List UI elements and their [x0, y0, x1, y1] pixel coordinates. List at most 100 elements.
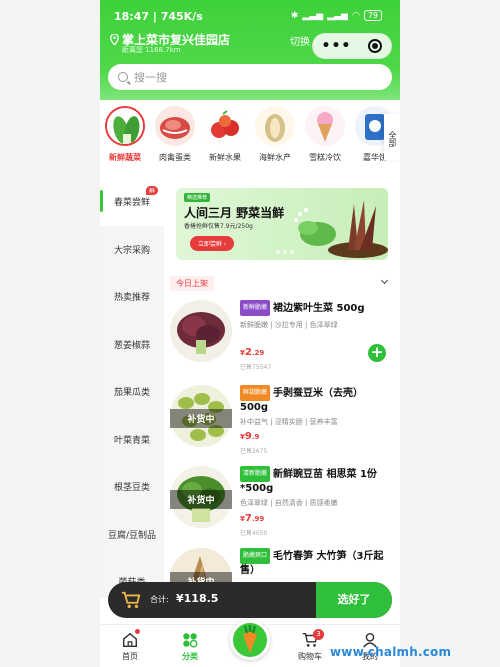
product-badge: 新鲜脆嫩	[240, 300, 271, 316]
cart-bar: 合计: ¥118.5 选好了	[108, 582, 392, 618]
product-sold: 已售4050	[240, 530, 268, 537]
checkout-button[interactable]: 选好了	[316, 582, 392, 618]
sidebar-item-label: 茄果瓜类	[113, 388, 150, 399]
product-sold: 已售75547	[240, 364, 272, 371]
header: 18:47 | 745K/s ✱ ▂▃▅ ▂▃▅ ◠ 79 掌上菜市复兴佳园店 …	[100, 0, 400, 100]
icecream-photo	[305, 106, 345, 146]
product-title: 裙边紫叶生菜 500g	[273, 303, 365, 314]
sidebar-item-label: 热卖推荐	[113, 293, 150, 304]
product-badge: 鲜甜脆嫩	[240, 385, 271, 401]
cart-icon[interactable]	[120, 590, 142, 610]
sidebar-item-hot[interactable]: 热卖推荐	[100, 273, 164, 321]
product-badge: 清新脆嫩	[240, 466, 271, 482]
sidebar-item-label: 大宗采购	[113, 245, 150, 256]
price-dec: .9	[251, 433, 260, 441]
list-item[interactable]: 补货中 鲜甜脆嫩 手剥蚕豆米（去壳）500g 补中益气 | 涩精实肠 | 营养丰富…	[170, 385, 390, 465]
wifi-icon: ◠	[351, 10, 360, 21]
tab-home[interactable]: 首页	[100, 625, 160, 667]
category-meat-eggs[interactable]: 肉禽蛋类	[154, 100, 196, 170]
product-price: ¥9.9	[240, 431, 260, 442]
category-label: 新鲜水果	[209, 153, 241, 162]
section-today-label: 今日上架	[170, 276, 214, 291]
category-fruit[interactable]: 新鲜水果	[204, 100, 246, 170]
carrot-icon	[243, 625, 257, 653]
category-label: 雪糕冷饮	[309, 153, 341, 162]
chevron-down-icon[interactable]	[380, 276, 389, 285]
battery-icon: 79	[363, 10, 382, 21]
category-grid-icon	[183, 633, 198, 648]
sidebar-item-spring-veg[interactable]: 春菜尝鲜 鲜	[100, 178, 164, 226]
product-desc: 新鲜脆嫩 | 沙拉专用 | 色泽翠绿	[240, 321, 338, 329]
product-sold: 已售2675	[240, 448, 268, 455]
total-label: 合计:	[150, 595, 169, 604]
list-item[interactable]: 新鲜脆嫩 裙边紫叶生菜 500g 新鲜脆嫩 | 沙拉专用 | 色泽翠绿 ¥2.29…	[170, 300, 390, 380]
all-categories-button[interactable]: 全部	[384, 114, 400, 160]
sidebar-item-bulk[interactable]: 大宗采购	[100, 226, 164, 274]
sidebar-item-roots[interactable]: 根茎豆类	[100, 463, 164, 511]
sidebar-item-label: 葱姜椒蒜	[113, 340, 150, 351]
bluetooth-icon: ✱	[290, 10, 299, 21]
location-pin-icon	[110, 34, 119, 45]
sidebar-item-label: 叶菜青菜	[113, 435, 150, 446]
banner-title: 人间三月 野菜当鲜	[184, 206, 285, 220]
price-dec: .99	[251, 515, 265, 523]
banner-pager	[276, 250, 294, 254]
signal-icon: ▂▃▅	[302, 10, 324, 21]
price-dec: .29	[251, 349, 265, 357]
tab-label: 购物车	[298, 652, 322, 661]
banner-tag: 精选推荐	[184, 193, 211, 202]
product-image	[170, 300, 232, 362]
restocking-overlay: 补货中	[170, 409, 232, 428]
product-badge: 脆嫩爽口	[240, 548, 271, 564]
notification-dot	[135, 629, 140, 634]
sidebar-item-tofu[interactable]: 豆腐/豆制品	[100, 511, 164, 559]
close-target-icon[interactable]	[368, 39, 383, 53]
more-icon[interactable]: •••	[322, 38, 352, 54]
watermark-text: www.chalmh.com	[330, 645, 452, 659]
category-icecream[interactable]: 雪糕冷饮	[304, 100, 346, 170]
search-icon	[118, 72, 128, 82]
product-name: 清新脆嫩 新鲜豌豆苗 相思菜 1份*500g	[240, 466, 388, 496]
vegetables-photo	[105, 106, 145, 146]
promo-banner[interactable]: 精选推荐 人间三月 野菜当鲜 香椿抢鲜仅售7.9元/250g 立即尝鲜 ›	[176, 188, 388, 260]
product-name: 鲜甜脆嫩 手剥蚕豆米（去壳）500g	[240, 385, 388, 415]
price-int: 7	[244, 513, 252, 524]
category-vegetables[interactable]: 新鲜蔬菜	[104, 100, 146, 170]
sidebar-item-aromatics[interactable]: 葱姜椒蒜	[100, 321, 164, 369]
status-icons: ✱ ▂▃▅ ▂▃▅ ◠ 79	[291, 10, 382, 21]
product-price: ¥7.99	[240, 513, 265, 524]
sidebar-item-label: 豆腐/豆制品	[107, 530, 157, 541]
tab-category[interactable]: 分类	[160, 625, 220, 667]
product-price: ¥2.29	[240, 347, 265, 358]
sidebar: 春菜尝鲜 鲜 大宗采购 热卖推荐 葱姜椒蒜 茄果瓜类 叶菜青菜 根茎豆类 豆腐/…	[100, 178, 164, 598]
product-name: 新鲜脆嫩 裙边紫叶生菜 500g	[240, 300, 388, 316]
restocking-overlay: 补货中	[170, 490, 232, 509]
product-desc: 补中益气 | 涩精实肠 | 营养丰富	[240, 418, 338, 426]
tab-label: 分类	[182, 652, 198, 661]
sidebar-item-gourds[interactable]: 茄果瓜类	[100, 368, 164, 416]
sidebar-item-label: 春菜尝鲜	[113, 198, 150, 209]
signal-icon-2: ▂▃▅	[327, 10, 348, 21]
center-carrot-button[interactable]	[230, 620, 270, 660]
tab-label: 首页	[122, 652, 138, 661]
add-to-cart-button[interactable]: +	[368, 344, 386, 362]
cart-count-badge: 3	[313, 629, 324, 640]
banner-cta-button[interactable]: 立即尝鲜 ›	[190, 236, 235, 251]
list-item[interactable]: 补货中 清新脆嫩 新鲜豌豆苗 相思菜 1份*500g 色泽翠绿 | 自然清香 | …	[170, 466, 390, 546]
category-row: 新鲜蔬菜 肉禽蛋类 新鲜水果 海鲜水产 雪糕冷饮 嘉华饼	[100, 100, 400, 170]
phone-screen: 18:47 | 745K/s ✱ ▂▃▅ ▂▃▅ ◠ 79 掌上菜市复兴佳园店 …	[100, 0, 400, 667]
search-input[interactable]: 搜一搜	[108, 64, 392, 90]
search-placeholder: 搜一搜	[134, 71, 167, 84]
category-label: 肉禽蛋类	[159, 153, 191, 162]
category-seafood[interactable]: 海鲜水产	[254, 100, 296, 170]
status-time: 18:47 | 745K/s	[114, 10, 203, 23]
price-int: 9	[244, 431, 252, 442]
sidebar-item-label: 根茎豆类	[113, 483, 150, 494]
store-distance: 距离您 1168.7km	[122, 46, 181, 54]
category-label: 新鲜蔬菜	[109, 153, 141, 162]
product-name: 脆嫩爽口 毛竹春笋 大竹笋（3斤起售）	[240, 548, 388, 578]
cart-total: ¥118.5	[176, 592, 219, 605]
banner-vegetables-image	[294, 200, 388, 258]
sidebar-item-leafy[interactable]: 叶菜青菜	[100, 416, 164, 464]
price-int: 2	[244, 347, 252, 358]
